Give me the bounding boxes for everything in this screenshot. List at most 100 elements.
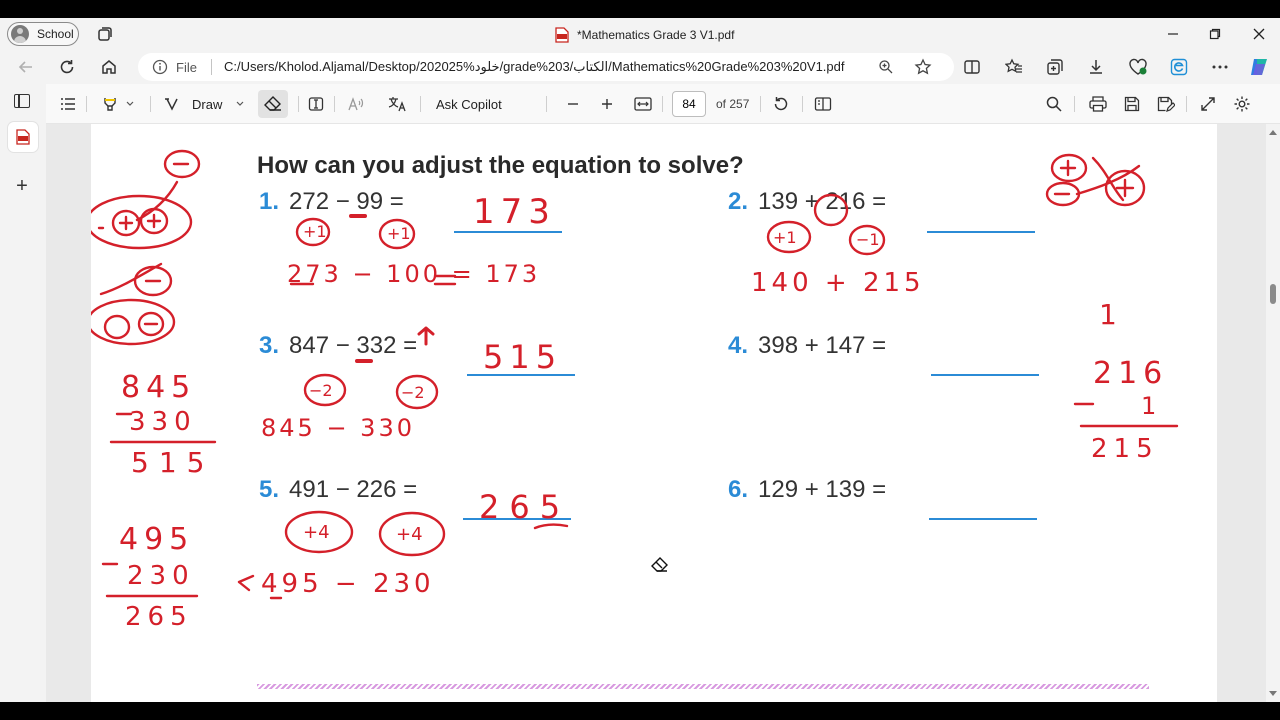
browser-window: School *Mathematics Grade 3 V1.pdf File … xyxy=(0,18,1280,702)
zoom-icon[interactable] xyxy=(878,59,894,75)
performance-button[interactable] xyxy=(1126,55,1150,79)
url-text[interactable]: C:/Users/Kholod.Aljamal/Desktop/202025%خ… xyxy=(224,59,864,75)
downloads-button[interactable] xyxy=(1084,55,1108,79)
problem-expression: 398 + 147 = xyxy=(758,332,887,359)
ask-copilot-label: Ask Copilot xyxy=(436,96,502,112)
fit-width-button[interactable] xyxy=(634,92,652,116)
highlight-button[interactable] xyxy=(102,92,134,116)
zoom-in-button[interactable] xyxy=(601,92,613,116)
split-screen-button[interactable] xyxy=(960,55,984,79)
fit-width-icon xyxy=(634,97,652,111)
chevron-down-icon[interactable] xyxy=(126,101,134,107)
toolbar-divider xyxy=(1186,96,1187,112)
zoom-out-button[interactable] xyxy=(567,92,579,116)
favorites-button[interactable] xyxy=(1002,55,1026,79)
minus-icon xyxy=(568,103,578,105)
url-bar[interactable]: File C:/Users/Kholod.Aljamal/Desktop/202… xyxy=(138,53,954,81)
scroll-up-arrow-icon[interactable] xyxy=(1269,130,1277,135)
problem-4: 4. 398 + 147 = xyxy=(728,332,886,360)
ink-rewrite-3: 845 − 330 xyxy=(261,414,415,442)
draw-button[interactable]: Draw xyxy=(164,92,244,116)
problem-expression: 491 − 226 = xyxy=(289,476,418,503)
toolbar-divider xyxy=(298,96,299,112)
home-icon xyxy=(102,60,116,74)
tab-title: *Mathematics Grade 3 V1.pdf xyxy=(555,26,734,44)
ink-adjust-3b: −2 xyxy=(401,383,425,402)
ink-right-sub-res: 215 xyxy=(1091,434,1159,464)
collections-button[interactable] xyxy=(1043,55,1067,79)
search-icon xyxy=(1046,96,1062,112)
save-icon xyxy=(1124,96,1140,112)
edge-extension-button[interactable] xyxy=(1167,55,1191,79)
refresh-button[interactable] xyxy=(54,55,80,79)
url-scheme: File xyxy=(176,59,197,75)
toolbar-divider xyxy=(760,96,761,112)
pdf-file-icon xyxy=(16,129,30,145)
save-button[interactable] xyxy=(1124,92,1140,116)
problem-number: 6. xyxy=(728,476,749,503)
problem-2: 2. 139 + 216 = xyxy=(728,188,886,216)
more-menu-button[interactable] xyxy=(1208,55,1232,79)
rotate-button[interactable] xyxy=(772,92,790,116)
fullscreen-button[interactable] xyxy=(1200,92,1216,116)
profile-label: School xyxy=(37,27,74,41)
page-view-button[interactable] xyxy=(814,92,832,116)
tab-actions-icon[interactable] xyxy=(14,94,30,108)
favorites-icon xyxy=(1005,58,1022,73)
problem-3: 3. 847 − 332 = xyxy=(259,332,417,360)
profile-button[interactable]: School xyxy=(7,22,79,46)
highlighter-icon xyxy=(104,98,116,111)
restore-button[interactable] xyxy=(1200,22,1230,46)
translate-button[interactable] xyxy=(388,92,408,116)
pdf-viewer[interactable]: How can you adjust the equation to solve… xyxy=(46,124,1280,702)
eraser-button[interactable] xyxy=(258,90,288,118)
scroll-down-arrow-icon[interactable] xyxy=(1269,691,1277,696)
edge-e-icon xyxy=(1170,58,1188,76)
back-button[interactable] xyxy=(13,55,39,79)
info-icon[interactable] xyxy=(152,59,168,75)
plus-icon xyxy=(602,99,612,109)
toolbar-divider xyxy=(1074,96,1075,112)
toolbar-divider xyxy=(334,96,335,112)
minimize-button[interactable] xyxy=(1158,22,1188,46)
ink-left-sub2-res: 265 xyxy=(125,602,193,632)
search-button[interactable] xyxy=(1046,92,1062,116)
text-box-button[interactable] xyxy=(308,92,324,116)
problem-6: 6. 129 + 139 = xyxy=(728,476,886,504)
settings-button[interactable] xyxy=(1233,92,1251,116)
read-aloud-icon xyxy=(348,97,364,111)
ink-adjust-5a: +4 xyxy=(303,522,330,543)
ink-left-sub2-top: 495 xyxy=(119,522,195,557)
vertical-scrollbar[interactable] xyxy=(1266,124,1280,702)
ink-left-sub1-mid: 330 xyxy=(129,407,197,437)
read-aloud-button[interactable] xyxy=(348,92,366,116)
save-as-button[interactable] xyxy=(1157,92,1175,116)
chevron-down-icon[interactable] xyxy=(236,101,244,107)
restore-icon xyxy=(1209,28,1221,40)
ink-right-sub-top: 216 xyxy=(1093,356,1169,391)
tab-pdf-document[interactable] xyxy=(8,122,38,152)
new-tab-plus-icon[interactable]: + xyxy=(13,176,31,196)
toolbar-divider xyxy=(802,96,803,112)
gear-icon xyxy=(1234,96,1250,112)
toolbar-divider xyxy=(86,96,87,112)
contents-button[interactable] xyxy=(60,92,76,116)
page-number-input[interactable]: 84 xyxy=(672,91,706,117)
copilot-icon xyxy=(1251,59,1267,75)
ask-copilot-button[interactable]: Ask Copilot xyxy=(436,92,502,116)
copilot-button[interactable] xyxy=(1247,55,1271,79)
page-total: of 257 xyxy=(716,97,750,111)
problem-expression: 139 + 216 = xyxy=(758,188,887,215)
page-title: How can you adjust the equation to solve… xyxy=(257,152,744,179)
scrollbar-thumb[interactable] xyxy=(1270,284,1276,304)
workspaces-icon[interactable] xyxy=(96,25,114,43)
favorite-star-icon[interactable] xyxy=(914,58,932,76)
pdf-page[interactable]: How can you adjust the equation to solve… xyxy=(91,124,1217,702)
printer-icon xyxy=(1089,96,1107,112)
print-button[interactable] xyxy=(1089,92,1107,116)
split-screen-icon xyxy=(964,60,980,74)
close-button[interactable] xyxy=(1244,22,1274,46)
ink-left-sub1-res: 515 xyxy=(131,446,215,479)
problem-number: 4. xyxy=(728,332,749,359)
home-button[interactable] xyxy=(96,55,122,79)
